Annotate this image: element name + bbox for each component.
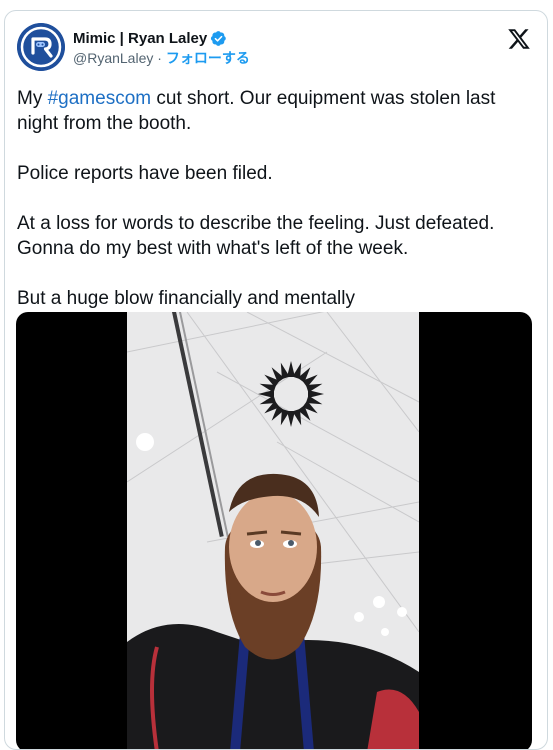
tweet-line1-prefix: My [17, 88, 48, 109]
author-block: Mimic | Ryan Laley @RyanLaley · フォローする [73, 29, 250, 68]
tweet-paragraph-1: My #gamescom cut short. Our equipment wa… [17, 86, 532, 136]
hashtag-link[interactable]: #gamescom [48, 88, 152, 109]
author-handle[interactable]: @RyanLaley [73, 50, 153, 66]
tweet-paragraph-3: At a loss for words to describe the feel… [17, 213, 495, 259]
author-name-row: Mimic | Ryan Laley [73, 29, 250, 48]
x-logo-icon[interactable] [507, 27, 531, 51]
verified-badge-icon [211, 31, 227, 46]
author-display-name[interactable]: Mimic | Ryan Laley [73, 29, 207, 48]
tweet-paragraph-2: Police reports have been filed. [17, 163, 273, 184]
tweet-text: My #gamescom cut short. Our equipment wa… [17, 86, 532, 336]
video-frame [127, 312, 419, 749]
avatar-logo-icon [17, 23, 65, 71]
follow-button[interactable]: フォローする [166, 50, 250, 66]
avatar[interactable] [17, 23, 65, 71]
handle-separator: · [157, 50, 166, 66]
tweet-header: Mimic | Ryan Laley @RyanLaley · フォローする [17, 23, 535, 73]
video-thumbnail [127, 312, 419, 749]
video-player[interactable] [16, 312, 532, 749]
author-handle-row: @RyanLaley · フォローする [73, 49, 250, 68]
tweet-paragraph-4: But a huge blow financially and mentally [17, 288, 355, 309]
tweet-card[interactable]: Mimic | Ryan Laley @RyanLaley · フォローする M… [4, 10, 548, 750]
